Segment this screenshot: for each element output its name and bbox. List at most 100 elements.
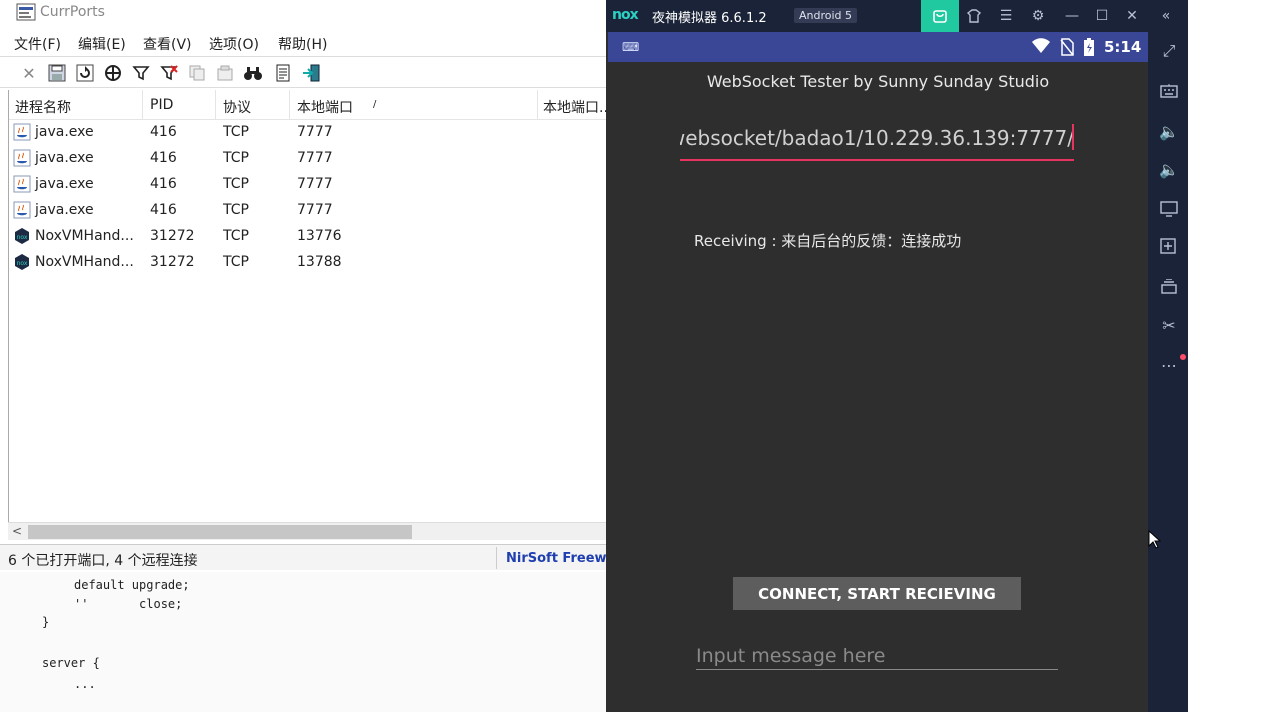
- menu-file[interactable]: 文件(F): [14, 34, 61, 54]
- close-icon[interactable]: ✕: [1122, 6, 1142, 26]
- maximize-icon[interactable]: ☐: [1092, 6, 1112, 26]
- toolbar: ✕: [0, 56, 612, 88]
- column-divider[interactable]: [215, 90, 216, 120]
- local-port-cell: 13776: [297, 228, 342, 244]
- column-divider[interactable]: [289, 90, 290, 120]
- keyboard-mapping-icon[interactable]: [1158, 80, 1180, 102]
- emulator-sidebar: ⤢ 🔈 🔈 ✂ ⋯: [1148, 32, 1188, 712]
- table-row[interactable]: java.exe 416 TCP 7777: [9, 172, 613, 198]
- local-port-cell: 7777: [297, 202, 333, 218]
- java-icon: [13, 201, 31, 219]
- process-name: NoxVMHand...: [35, 254, 134, 270]
- code-line: default upgrade;: [74, 578, 190, 592]
- report-icon[interactable]: [272, 62, 294, 84]
- protocol-cell: TCP: [223, 228, 249, 244]
- table-row[interactable]: nox NoxVMHand... 31272 TCP 13776: [9, 224, 613, 250]
- table-row[interactable]: java.exe 416 TCP 7777: [9, 146, 613, 172]
- nox-logo: nox: [612, 7, 639, 23]
- column-divider[interactable]: [142, 90, 143, 120]
- title-bar[interactable]: CurrPorts: [0, 0, 612, 26]
- copy-icon[interactable]: [186, 62, 208, 84]
- process-name: java.exe: [35, 176, 94, 192]
- scissors-icon[interactable]: ✂: [1158, 314, 1180, 336]
- status-divider: [496, 547, 497, 569]
- exit-icon[interactable]: [300, 62, 322, 84]
- menu-icon[interactable]: ☰: [996, 6, 1016, 26]
- nox-icon: nox: [15, 254, 29, 270]
- pid-cell: 416: [150, 150, 177, 166]
- clear-filter-icon[interactable]: [158, 62, 180, 84]
- process-name: java.exe: [35, 124, 94, 140]
- process-name: java.exe: [35, 150, 94, 166]
- properties-icon[interactable]: [102, 62, 124, 84]
- close-icon[interactable]: ✕: [18, 62, 40, 84]
- emulator-title-bar[interactable]: nox 夜神模拟器 6.6.1.2 Android 5 ☰ ⚙ — ☐ ✕ «: [606, 0, 1188, 32]
- apk-install-icon[interactable]: [1158, 236, 1180, 258]
- local-port-cell: 13788: [297, 254, 342, 270]
- code-line: server {: [42, 656, 100, 670]
- collapse-sidebar-icon[interactable]: «: [1156, 6, 1176, 26]
- volume-down-icon[interactable]: 🔈: [1158, 158, 1180, 180]
- currports-app-icon: [16, 3, 36, 21]
- app-title: WebSocket Tester by Sunny Sunday Studio: [706, 72, 1050, 91]
- column-header-protocol[interactable]: 协议: [223, 97, 251, 117]
- status-summary: 6 个已打开端口, 4 个远程连接: [8, 553, 198, 569]
- connect-button[interactable]: CONNECT, START RECIEVING: [733, 577, 1021, 610]
- refresh-icon[interactable]: [74, 62, 96, 84]
- wifi-icon: [1032, 38, 1050, 58]
- scroll-left-icon[interactable]: <: [12, 524, 22, 538]
- column-header-local-port[interactable]: 本地端口: [297, 97, 353, 117]
- horizontal-scrollbar[interactable]: <: [8, 522, 612, 540]
- skin-icon[interactable]: [964, 6, 984, 26]
- message-input[interactable]: [696, 642, 1058, 670]
- java-icon: [13, 175, 31, 193]
- options-icon[interactable]: [214, 62, 236, 84]
- background-editor: default upgrade; '' close; } server { ..…: [0, 560, 610, 712]
- save-icon[interactable]: [46, 62, 68, 84]
- fullscreen-icon[interactable]: ⤢: [1158, 40, 1180, 62]
- volume-up-icon[interactable]: 🔈: [1158, 120, 1180, 142]
- minimize-icon[interactable]: —: [1062, 6, 1082, 26]
- status-bar: 6 个已打开端口, 4 个远程连接 NirSoft Freewa: [0, 544, 615, 570]
- pid-cell: 416: [150, 124, 177, 140]
- protocol-cell: TCP: [223, 176, 249, 192]
- code-line: }: [42, 615, 50, 629]
- java-icon: [13, 123, 31, 141]
- find-icon[interactable]: [242, 62, 264, 84]
- column-header-process[interactable]: 进程名称: [15, 97, 71, 117]
- menu-options[interactable]: 选项(O): [209, 34, 259, 54]
- ports-table: 进程名称 PID 协议 本地端口 / 本地端口... java.exe 416 …: [8, 90, 613, 522]
- menu-help[interactable]: 帮助(H): [278, 34, 327, 54]
- filter-icon[interactable]: [130, 62, 152, 84]
- menu-view[interactable]: 查看(V): [143, 34, 192, 54]
- svg-text:nox: nox: [17, 234, 28, 241]
- nirsoft-link[interactable]: NirSoft Freewa: [506, 551, 615, 566]
- process-name: NoxVMHand...: [35, 228, 134, 244]
- column-header-pid[interactable]: PID: [150, 97, 173, 113]
- column-divider[interactable]: [537, 90, 538, 120]
- websocket-url-input[interactable]: [680, 118, 1074, 158]
- svg-text:nox: nox: [17, 260, 28, 267]
- android-version-badge: Android 5: [794, 8, 858, 23]
- scrollbar-thumb[interactable]: [28, 525, 412, 539]
- nox-emulator-window: nox 夜神模拟器 6.6.1.2 Android 5 ☰ ⚙ — ☐ ✕ « …: [606, 0, 1188, 712]
- gear-icon[interactable]: ⚙: [1028, 6, 1048, 26]
- pid-cell: 416: [150, 176, 177, 192]
- table-row[interactable]: java.exe 416 TCP 7777: [9, 198, 613, 224]
- local-port-cell: 7777: [297, 124, 333, 140]
- local-port-cell: 7777: [297, 176, 333, 192]
- column-header-local-port-name[interactable]: 本地端口...: [543, 97, 612, 117]
- java-icon: [13, 149, 31, 167]
- protocol-cell: TCP: [223, 124, 249, 140]
- table-row[interactable]: nox NoxVMHand... 31272 TCP 13788: [9, 250, 613, 276]
- menu-bar: 文件(F) 编辑(E) 查看(V) 选项(O) 帮助(H): [0, 30, 612, 54]
- screen-icon[interactable]: [1158, 198, 1180, 220]
- pid-cell: 31272: [150, 254, 195, 270]
- pid-cell: 416: [150, 202, 177, 218]
- table-row[interactable]: java.exe 416 TCP 7777: [9, 120, 613, 146]
- menu-edit[interactable]: 编辑(E): [78, 34, 126, 54]
- multi-instance-icon[interactable]: [1158, 276, 1180, 298]
- table-header: 进程名称 PID 协议 本地端口 / 本地端口...: [9, 90, 613, 120]
- app-store-icon[interactable]: [921, 0, 959, 32]
- more-icon[interactable]: ⋯: [1158, 354, 1180, 376]
